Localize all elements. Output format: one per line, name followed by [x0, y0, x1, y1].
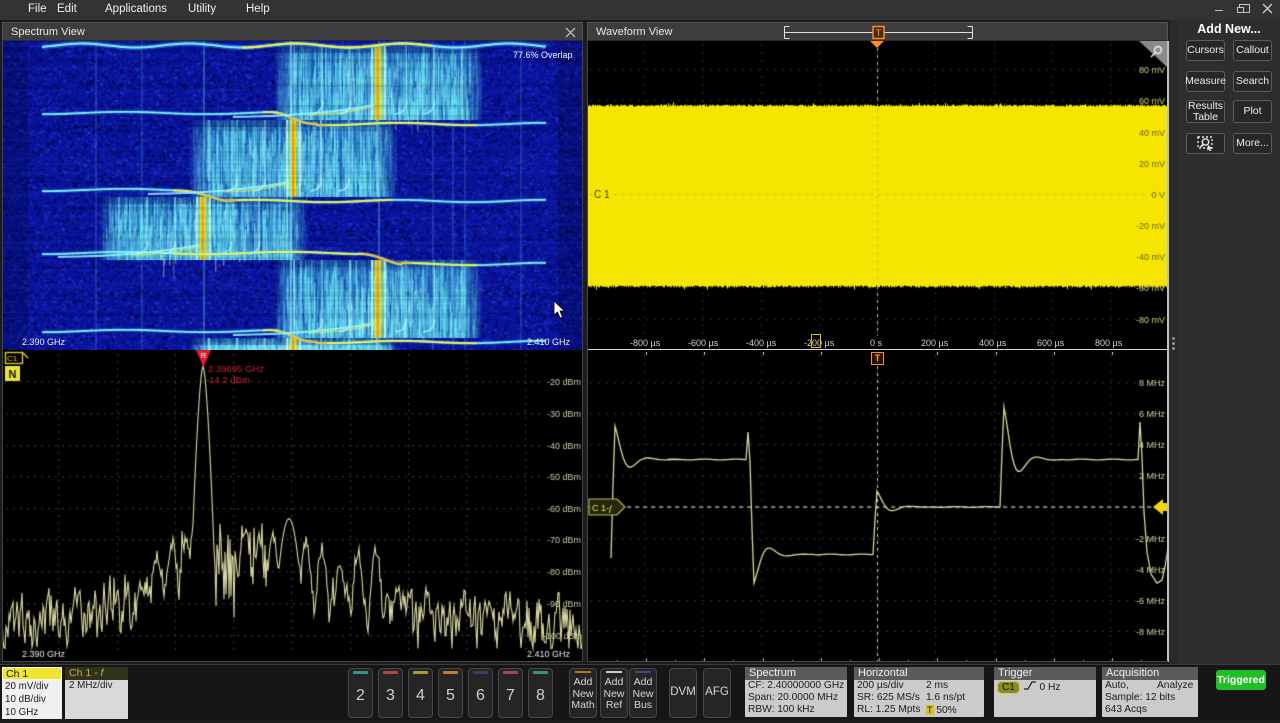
svg-text:T: T [876, 28, 882, 38]
